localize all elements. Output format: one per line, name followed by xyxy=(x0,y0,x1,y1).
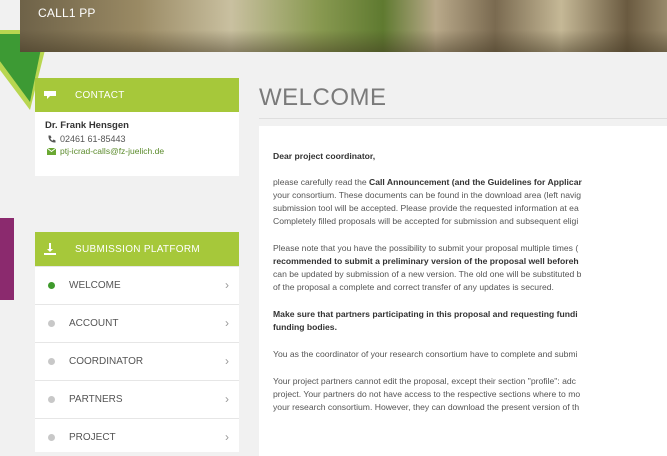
decorative-purple-bar xyxy=(0,218,14,300)
text-emphasis: funding bodies. xyxy=(273,322,337,332)
call-title: CALL1 PP xyxy=(38,6,96,20)
nav-item-account[interactable]: ACCOUNT › xyxy=(35,304,239,342)
page-title: WELCOME xyxy=(259,84,387,111)
text-line: Your project partners cannot edit the pr… xyxy=(273,376,576,386)
chevron-right-icon: › xyxy=(225,354,229,368)
contact-phone: 02461 61-85443 xyxy=(60,134,126,144)
phone-icon xyxy=(45,135,57,144)
nav-item-label: ACCOUNT xyxy=(69,318,119,329)
paragraph-guidelines: please carefully read the Call Announcem… xyxy=(273,176,667,228)
text-line: of the proposal a complete and correct t… xyxy=(273,282,554,292)
text-line: submission tool will be accepted. Please… xyxy=(273,203,579,213)
contact-name: Dr. Frank Hensgen xyxy=(45,120,129,131)
chevron-right-icon: › xyxy=(225,392,229,406)
contact-header: CONTACT xyxy=(35,78,239,112)
nav-item-coordinator[interactable]: COORDINATOR › xyxy=(35,342,239,380)
email-icon xyxy=(45,147,57,155)
contact-header-label: CONTACT xyxy=(75,89,125,101)
nav-item-partners[interactable]: PARTNERS › xyxy=(35,380,239,418)
text-line: Please note that you have the possibilit… xyxy=(273,243,579,253)
chevron-right-icon: › xyxy=(225,430,229,444)
contact-icon xyxy=(35,90,65,100)
text-emphasis: Call Announcement (and the Guidelines fo… xyxy=(369,177,582,187)
contact-card: CONTACT Dr. Frank Hensgen 02461 61-85443… xyxy=(35,78,239,176)
text-line: please carefully read the xyxy=(273,177,370,187)
status-dot-icon xyxy=(48,320,55,327)
submission-platform-header: SUBMISSION PLATFORM xyxy=(35,232,239,266)
greeting: Dear project coordinator, xyxy=(273,151,376,161)
contact-email-link[interactable]: ptj-icrad-calls@fz-juelich.de xyxy=(60,146,164,156)
text-line: Completely filled proposals will be acce… xyxy=(273,216,579,226)
nav-item-label: PROJECT xyxy=(69,432,116,443)
paragraph-partners-warning: Make sure that partners participating in… xyxy=(273,308,667,334)
nav-item-label: COORDINATOR xyxy=(69,356,144,367)
nav-item-welcome[interactable]: WELCOME › xyxy=(35,266,239,304)
chevron-right-icon: › xyxy=(225,278,229,292)
chevron-right-icon: › xyxy=(225,316,229,330)
nav-item-project[interactable]: PROJECT › xyxy=(35,418,239,456)
paragraph-partner-access: Your project partners cannot edit the pr… xyxy=(273,375,667,414)
paragraph-coordinator-role: You as the coordinator of your research … xyxy=(273,349,578,359)
submission-platform-label: SUBMISSION PLATFORM xyxy=(75,243,200,255)
submission-platform-card: SUBMISSION PLATFORM WELCOME › ACCOUNT › … xyxy=(35,232,239,452)
header-banner: CALL1 PP xyxy=(20,0,667,52)
text-line: can be updated by submission of a new ve… xyxy=(273,269,582,279)
status-dot-icon xyxy=(48,282,55,289)
status-dot-icon xyxy=(48,358,55,365)
text-emphasis: recommended to submit a preliminary vers… xyxy=(273,256,579,266)
download-icon xyxy=(35,243,65,255)
text-line: your consortium. These documents can be … xyxy=(273,190,581,200)
paragraph-multiple-submissions: Please note that you have the possibilit… xyxy=(273,242,667,294)
status-dot-icon xyxy=(48,396,55,403)
nav-item-label: WELCOME xyxy=(69,280,121,291)
title-divider xyxy=(259,118,667,119)
text-line: project. Your partners do not have acces… xyxy=(273,389,581,399)
nav-item-label: PARTNERS xyxy=(69,394,123,405)
welcome-panel: Dear project coordinator, please careful… xyxy=(259,126,667,456)
text-line: your research consortium. However, they … xyxy=(273,402,580,412)
text-emphasis: Make sure that partners participating in… xyxy=(273,309,578,319)
